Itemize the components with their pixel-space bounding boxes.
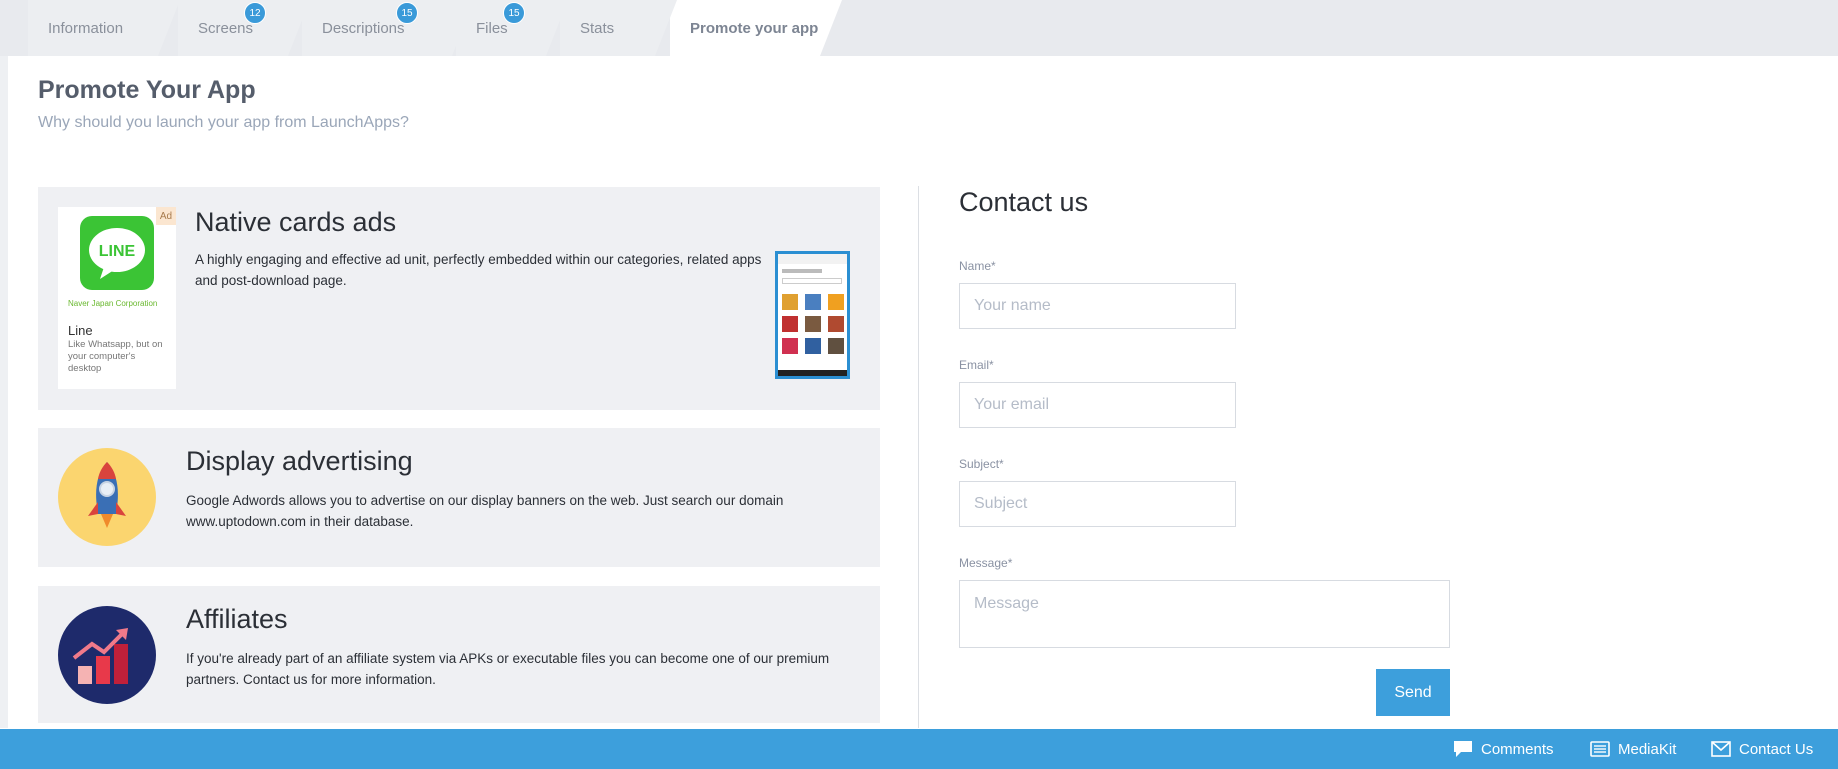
growth-chart-icon [58, 606, 156, 709]
mediakit-icon [1590, 741, 1610, 757]
tab-label: Screens [198, 19, 254, 37]
name-input[interactable] [959, 283, 1236, 329]
column-divider [918, 186, 919, 728]
comments-link[interactable]: Comments [1453, 729, 1554, 769]
send-button[interactable]: Send [1376, 669, 1450, 716]
contact-us-label: Contact Us [1739, 740, 1814, 758]
tab-label: Information [48, 19, 124, 37]
footer-bar: Comments MediaKit Contact Us [0, 729, 1838, 769]
tab-label: Descriptions [322, 19, 405, 37]
count-badge: 15 [503, 2, 525, 24]
ad-company: Naver Japan Corporation [68, 299, 158, 308]
card-text: If you're already part of an affiliate s… [186, 651, 830, 687]
count-badge: 12 [244, 2, 266, 24]
envelope-icon [1711, 741, 1731, 757]
mediakit-link[interactable]: MediaKit [1590, 729, 1676, 769]
tab-screens[interactable]: Screens 12 [178, 0, 310, 56]
tab-label: Files [476, 19, 508, 37]
native-cards-ads-card: Ad LINE Naver Japan Corporation Line Lik… [38, 187, 880, 410]
mediakit-label: MediaKit [1618, 740, 1677, 758]
card-title: Native cards ads [195, 207, 397, 237]
tab-information[interactable]: Information [28, 0, 180, 56]
count-badge: 15 [396, 2, 418, 24]
card-title: Display advertising [186, 446, 413, 476]
tab-stats[interactable]: Stats [560, 0, 677, 56]
email-label: Email* [959, 358, 994, 372]
tab-label: Stats [580, 19, 615, 37]
left-edge [0, 56, 8, 728]
line-app-icon: LINE [80, 216, 154, 290]
tab-descriptions[interactable]: Descriptions 15 [302, 0, 474, 56]
tab-bar: Information Screens 12 Descriptions 15 F… [0, 0, 1838, 56]
tab-promote-your-app[interactable]: Promote your app [670, 0, 842, 56]
contact-title: Contact us [959, 187, 1089, 217]
contact-us-link[interactable]: Contact Us [1711, 729, 1813, 769]
page-subtitle: Why should you launch your app from Laun… [38, 114, 409, 131]
display-advertising-card: Display advertising Google Adwords allow… [38, 428, 880, 567]
tab-label: Promote your app [690, 19, 819, 37]
comment-icon [1454, 741, 1472, 757]
card-text: A highly engaging and effective ad unit,… [195, 252, 762, 288]
subject-input[interactable] [959, 481, 1236, 527]
phone-screenshot [775, 251, 850, 379]
card-text: Google Adwords allows you to advertise o… [186, 493, 784, 529]
ad-preview: Ad LINE Naver Japan Corporation Line Lik… [58, 207, 176, 389]
comments-label: Comments [1481, 740, 1554, 758]
ad-description: Like Whatsapp, but on your computer's de… [68, 339, 163, 374]
card-title: Affiliates [186, 604, 288, 634]
message-label: Message* [959, 556, 1013, 570]
affiliates-card: Affiliates If you're already part of an … [38, 586, 880, 723]
line-logo-text: LINE [99, 243, 136, 260]
subject-label: Subject* [959, 457, 1004, 471]
ad-tag: Ad [156, 207, 176, 225]
rocket-icon [58, 448, 156, 551]
email-input[interactable] [959, 382, 1236, 428]
name-label: Name* [959, 259, 996, 273]
page-title: Promote Your App [38, 76, 256, 104]
message-input[interactable] [959, 580, 1450, 648]
ad-app-name: Line [68, 323, 93, 338]
